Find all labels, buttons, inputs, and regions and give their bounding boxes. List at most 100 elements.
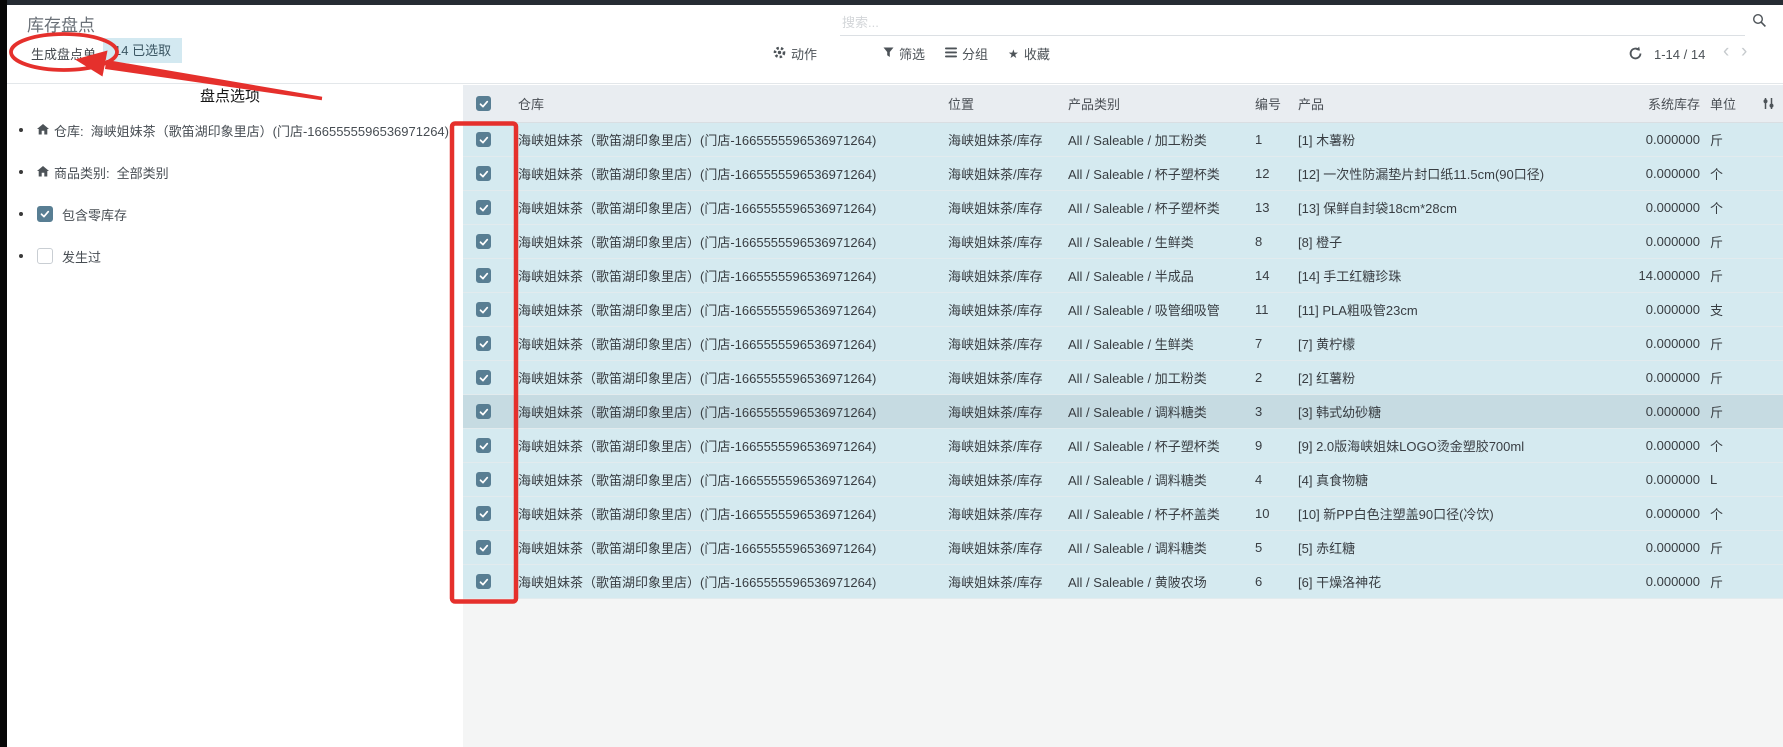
cell-warehouse: 海峡姐妹茶（歌笛湖印象里店）(门店-1665555596536971264) — [518, 368, 948, 387]
header-warehouse[interactable]: 仓库 — [518, 94, 948, 113]
has-occurred-checkbox[interactable] — [37, 248, 53, 264]
refresh-icon[interactable] — [1628, 46, 1643, 66]
cell-number: 5 — [1255, 540, 1298, 555]
table-row[interactable]: 海峡姐妹茶（歌笛湖印象里店）(门店-1665555596536971264) 海… — [463, 565, 1783, 599]
include-zero-stock-checkbox[interactable] — [37, 206, 53, 222]
cell-category: All / Saleable / 生鲜类 — [1068, 232, 1255, 251]
row-checkbox[interactable] — [476, 370, 491, 385]
row-checkbox[interactable] — [476, 166, 491, 181]
cell-unit: 斤 — [1708, 334, 1753, 353]
header-number[interactable]: 编号 — [1255, 94, 1298, 113]
row-checkbox[interactable] — [476, 302, 491, 317]
row-checkbox[interactable] — [476, 574, 491, 589]
pager-prev-button[interactable]: ‹ — [1723, 41, 1729, 63]
cell-warehouse: 海峡姐妹茶（歌笛湖印象里店）(门店-1665555596536971264) — [518, 402, 948, 421]
table-row[interactable]: 海峡姐妹茶（歌笛湖印象里店）(门店-1665555596536971264) 海… — [463, 429, 1783, 463]
cell-warehouse: 海峡姐妹茶（歌笛湖印象里店）(门店-1665555596536971264) — [518, 538, 948, 557]
cell-category: All / Saleable / 杯子塑杯类 — [1068, 436, 1255, 455]
header-unit[interactable]: 单位 — [1708, 94, 1753, 113]
row-checkbox[interactable] — [476, 268, 491, 283]
table-row[interactable]: 海峡姐妹茶（歌笛湖印象里店）(门店-1665555596536971264) 海… — [463, 395, 1783, 429]
filters-menu[interactable]: 筛选 — [883, 44, 925, 63]
cell-warehouse: 海峡姐妹茶（歌笛湖印象里店）(门店-1665555596536971264) — [518, 572, 948, 591]
cell-warehouse: 海峡姐妹茶（歌笛湖印象里店）(门店-1665555596536971264) — [518, 436, 948, 455]
cell-location: 海峡姐妹茶/库存 — [948, 266, 1068, 285]
generate-count-sheet-button[interactable]: 生成盘点单 — [25, 41, 102, 66]
cell-unit: 斤 — [1708, 402, 1753, 421]
facet-label: 商品类别: — [54, 163, 110, 182]
filter-has-occurred[interactable]: 发生过 — [19, 247, 449, 265]
column-options-icon[interactable] — [1753, 97, 1783, 110]
table-header-row: 仓库 位置 产品类别 编号 产品 系统库存 单位 — [463, 85, 1783, 123]
cell-system-stock: 0.000000 — [1613, 438, 1708, 453]
row-checkbox[interactable] — [476, 506, 491, 521]
cell-unit: 个 — [1708, 198, 1753, 217]
table-row[interactable]: 海峡姐妹茶（歌笛湖印象里店）(门店-1665555596536971264) 海… — [463, 259, 1783, 293]
cell-category: All / Saleable / 调料糖类 — [1068, 402, 1255, 421]
row-checkbox[interactable] — [476, 404, 491, 419]
row-checkbox[interactable] — [476, 472, 491, 487]
table-row[interactable]: 海峡姐妹茶（歌笛湖印象里店）(门店-1665555596536971264) 海… — [463, 123, 1783, 157]
header-system-stock[interactable]: 系统库存 — [1613, 94, 1708, 113]
row-checkbox[interactable] — [476, 234, 491, 249]
cell-location: 海峡姐妹茶/库存 — [948, 232, 1068, 251]
table-row[interactable]: 海峡姐妹茶（歌笛湖印象里店）(门店-1665555596536971264) 海… — [463, 497, 1783, 531]
group-by-menu[interactable]: 分组 — [945, 44, 988, 63]
cell-product: [11] PLA粗吸管23cm — [1298, 300, 1613, 319]
cell-number: 1 — [1255, 132, 1298, 147]
cell-unit: 斤 — [1708, 130, 1753, 149]
facet-warehouse: 仓库: 海峡姐妹茶（歌笛湖印象里店）(门店-166555559653697126… — [19, 121, 449, 139]
table-row[interactable]: 海峡姐妹茶（歌笛湖印象里店）(门店-1665555596536971264) 海… — [463, 157, 1783, 191]
cell-unit: 斤 — [1708, 538, 1753, 557]
row-checkbox[interactable] — [476, 438, 491, 453]
table-row[interactable]: 海峡姐妹茶（歌笛湖印象里店）(门店-1665555596536971264) 海… — [463, 191, 1783, 225]
count-options-annotation-label: 盘点选项 — [200, 85, 260, 106]
cell-category: All / Saleable / 吸管细吸管 — [1068, 300, 1255, 319]
cell-product: [5] 赤红糖 — [1298, 538, 1613, 557]
cell-category: All / Saleable / 加工粉类 — [1068, 368, 1255, 387]
filters-label: 筛选 — [899, 44, 925, 63]
table-row[interactable]: 海峡姐妹茶（歌笛湖印象里店）(门店-1665555596536971264) 海… — [463, 361, 1783, 395]
row-checkbox[interactable] — [476, 132, 491, 147]
filter-include-zero-stock[interactable]: 包含零库存 — [19, 205, 449, 223]
cell-location: 海峡姐妹茶/库存 — [948, 504, 1068, 523]
search-icon[interactable] — [1752, 13, 1767, 33]
cell-product: [2] 红薯粉 — [1298, 368, 1613, 387]
group-by-label: 分组 — [962, 44, 988, 63]
funnel-icon — [883, 46, 894, 61]
row-checkbox[interactable] — [476, 336, 491, 351]
cell-category: All / Saleable / 杯子塑杯类 — [1068, 164, 1255, 183]
bullet-icon — [19, 128, 23, 132]
cell-category: All / Saleable / 调料糖类 — [1068, 470, 1255, 489]
cell-location: 海峡姐妹茶/库存 — [948, 538, 1068, 557]
cell-number: 7 — [1255, 336, 1298, 351]
cell-number: 2 — [1255, 370, 1298, 385]
actions-menu[interactable]: 动作 — [773, 44, 817, 63]
cell-unit: 斤 — [1708, 232, 1753, 251]
table-row[interactable]: 海峡姐妹茶（歌笛湖印象里店）(门店-1665555596536971264) 海… — [463, 225, 1783, 259]
table-row[interactable]: 海峡姐妹茶（歌笛湖印象里店）(门店-1665555596536971264) 海… — [463, 293, 1783, 327]
cell-product: [13] 保鲜自封袋18cm*28cm — [1298, 198, 1613, 217]
cell-system-stock: 0.000000 — [1613, 234, 1708, 249]
search-input[interactable] — [840, 9, 1745, 36]
favorites-menu[interactable]: ★ 收藏 — [1008, 44, 1050, 63]
select-all-checkbox[interactable] — [476, 96, 491, 111]
pager-next-button[interactable]: › — [1741, 41, 1747, 63]
table-row[interactable]: 海峡姐妹茶（歌笛湖印象里店）(门店-1665555596536971264) 海… — [463, 463, 1783, 497]
table-row[interactable]: 海峡姐妹茶（歌笛湖印象里店）(门店-1665555596536971264) 海… — [463, 531, 1783, 565]
screen-left-edge — [0, 0, 7, 747]
row-checkbox[interactable] — [476, 200, 491, 215]
cell-location: 海峡姐妹茶/库存 — [948, 402, 1068, 421]
cell-warehouse: 海峡姐妹茶（歌笛湖印象里店）(门店-1665555596536971264) — [518, 300, 948, 319]
actions-label: 动作 — [791, 44, 817, 63]
header-category[interactable]: 产品类别 — [1068, 94, 1255, 113]
row-checkbox[interactable] — [476, 540, 491, 555]
table-row[interactable]: 海峡姐妹茶（歌笛湖印象里店）(门店-1665555596536971264) 海… — [463, 327, 1783, 361]
table-body: 海峡姐妹茶（歌笛湖印象里店）(门店-1665555596536971264) 海… — [463, 123, 1783, 599]
cell-category: All / Saleable / 生鲜类 — [1068, 334, 1255, 353]
facet-list: 仓库: 海峡姐妹茶（歌笛湖印象里店）(门店-166555559653697126… — [19, 121, 449, 289]
header-location[interactable]: 位置 — [948, 94, 1068, 113]
cell-product: [7] 黄柠檬 — [1298, 334, 1613, 353]
cell-product: [8] 橙子 — [1298, 232, 1613, 251]
header-product[interactable]: 产品 — [1298, 94, 1613, 113]
